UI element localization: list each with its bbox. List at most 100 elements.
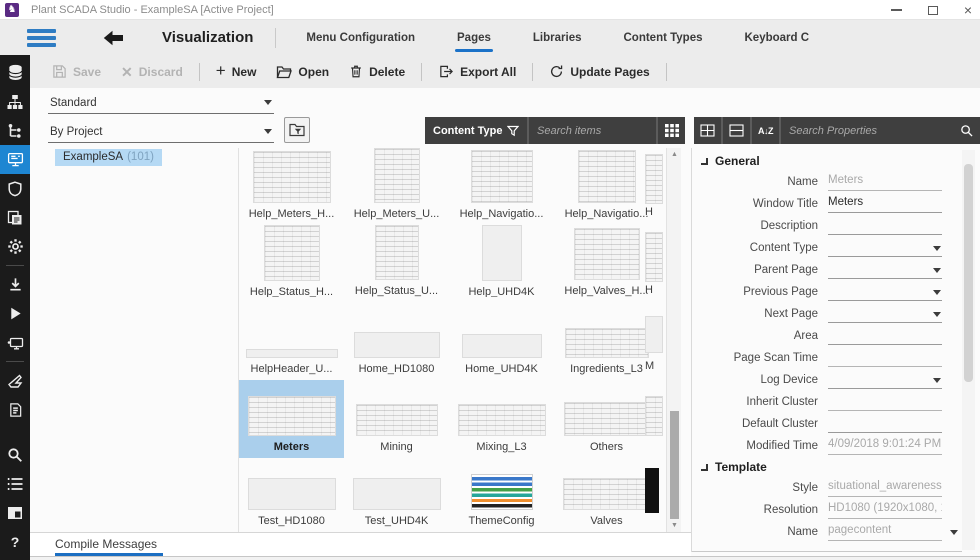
page-cell[interactable]: Test_HD1080 (239, 458, 344, 532)
search-properties-input[interactable] (781, 117, 980, 144)
group-by-dropdown[interactable]: By Project (48, 121, 274, 143)
discard-button[interactable]: ✕ Discard (121, 65, 183, 79)
main-menu-icon[interactable] (27, 29, 56, 47)
page-cell[interactable]: Help_Navigatio... (449, 148, 554, 225)
section-template[interactable]: Template (692, 457, 962, 477)
new-button[interactable]: + New (216, 64, 257, 79)
page-cell[interactable]: Home_HD1080 (344, 302, 449, 380)
page-thumbnail (565, 328, 649, 358)
page-cell[interactable]: HelpHeader_U... (239, 302, 344, 380)
page-cell[interactable]: Mixing_L3 (449, 380, 554, 458)
section-general[interactable]: General (692, 151, 962, 171)
description-field[interactable] (828, 218, 942, 235)
back-button[interactable] (103, 30, 124, 46)
property-label: Description (692, 220, 828, 232)
page-thumbnail (645, 396, 663, 436)
page-cell[interactable]: Mining (344, 380, 449, 458)
page-cell-selected[interactable]: Meters (239, 380, 344, 458)
tab-libraries[interactable]: Libraries (533, 32, 582, 44)
scroll-up-icon[interactable]: ▲ (667, 151, 682, 158)
sort-az-button[interactable]: A↓Z (752, 117, 779, 144)
modified-time-field: 4/09/2018 9:01:24 PM (828, 438, 942, 455)
tab-content-types[interactable]: Content Types (623, 32, 702, 44)
resolution-field[interactable]: HD1080 (1920x1080, 16:9) (828, 502, 942, 519)
content-type-dropdown[interactable] (828, 240, 942, 257)
sidebar-item-download[interactable] (0, 270, 30, 299)
page-thumbnail (253, 151, 331, 203)
sidebar-item-activity-list[interactable] (0, 469, 30, 498)
log-device-dropdown[interactable] (828, 372, 942, 389)
tree-item-examplesa[interactable]: ExampleSA(101) (55, 149, 162, 166)
sidebar-item-deploy[interactable] (0, 366, 30, 395)
back-arrow-icon (103, 30, 124, 46)
tree-filter-button[interactable] (284, 117, 310, 143)
sidebar-item-help[interactable]: ? (0, 527, 30, 556)
view-mode-dropdown[interactable]: Standard (48, 92, 274, 114)
sidebar-item-run[interactable] (0, 299, 30, 328)
page-cell[interactable]: Home_UHD4K (449, 302, 554, 380)
property-label: Previous Page (692, 286, 828, 298)
sidebar-item-topology[interactable] (0, 87, 30, 116)
property-value: 4/09/2018 9:01:24 PM (828, 438, 941, 450)
delete-button[interactable]: Delete (349, 64, 405, 79)
sidebar-item-database[interactable] (0, 58, 30, 87)
sidebar-item-runtime-computer[interactable] (0, 328, 30, 357)
page-cell[interactable]: Test_UHD4K (344, 458, 449, 532)
deploy-hand-icon (7, 373, 23, 389)
shield-icon (7, 181, 23, 197)
inherit-cluster-field[interactable] (828, 394, 942, 411)
expand-all-button[interactable] (694, 117, 721, 144)
search-items-input[interactable] (529, 117, 656, 144)
sidebar-item-settings[interactable] (0, 232, 30, 261)
export-all-button[interactable]: Export All (438, 64, 516, 79)
maximize-icon[interactable] (928, 6, 938, 15)
content-type-filter-button[interactable]: Content Type (425, 117, 527, 144)
sidebar-item-reports[interactable] (0, 395, 30, 424)
update-pages-button[interactable]: Update Pages (549, 64, 649, 79)
sidebar-item-window-panels[interactable] (0, 498, 30, 527)
sidebar-item-visualization[interactable] (0, 145, 30, 174)
grid-scrollbar[interactable]: ▲ ▼ (666, 148, 681, 532)
style-field[interactable]: situational_awareness (828, 480, 942, 497)
page-cell[interactable]: ThemeConfig (449, 458, 554, 532)
tab-menu-configuration[interactable]: Menu Configuration (306, 32, 415, 44)
previous-page-dropdown[interactable] (828, 284, 942, 301)
page-scan-time-field[interactable] (828, 350, 942, 367)
collapse-all-button[interactable] (723, 117, 750, 144)
page-cell[interactable]: Help_Status_U... (344, 225, 449, 302)
parent-page-dropdown[interactable] (828, 262, 942, 279)
open-button[interactable]: Open (276, 65, 329, 79)
page-cell[interactable]: Help_UHD4K (449, 225, 554, 302)
save-button[interactable]: Save (52, 64, 101, 79)
page-cell[interactable]: Help_Status_H... (239, 225, 344, 302)
page-name: Mixing_L3 (476, 441, 526, 453)
page-cell[interactable]: Help_Meters_H... (239, 148, 344, 225)
scrollbar-thumb[interactable] (964, 164, 973, 382)
sidebar-item-pages[interactable] (0, 203, 30, 232)
window-title-field[interactable]: Meters (828, 196, 942, 213)
page-cell[interactable]: Help_Meters_U... (344, 148, 449, 225)
scroll-down-icon[interactable]: ▼ (667, 522, 682, 529)
properties-toolbar: A↓Z (694, 117, 980, 144)
close-icon[interactable]: × (964, 3, 972, 17)
page-thumbnail (578, 150, 636, 203)
sidebar-item-system-tree[interactable] (0, 116, 30, 145)
page-name: Help_Navigatio... (460, 208, 544, 220)
page-name: Help_Meters_U... (354, 208, 440, 220)
default-cluster-field[interactable] (828, 416, 942, 433)
grid-view-button[interactable] (658, 117, 685, 144)
template-name-dropdown[interactable]: pagecontent (828, 524, 942, 541)
minimize-icon[interactable] (891, 9, 902, 11)
tab-compile-messages[interactable]: Compile Messages (55, 537, 157, 551)
properties-panel: General Name Meters Window Title Meters … (692, 148, 962, 552)
tab-keyboard[interactable]: Keyboard C (745, 32, 810, 44)
name-field[interactable]: Meters (828, 174, 942, 191)
properties-scrollbar[interactable] (962, 150, 975, 550)
area-field[interactable] (828, 328, 942, 345)
next-page-dropdown[interactable] (828, 306, 942, 323)
tab-pages[interactable]: Pages (457, 32, 491, 44)
page-name: Home_HD1080 (359, 363, 435, 375)
sidebar-item-search[interactable] (0, 440, 30, 469)
scrollbar-thumb[interactable] (670, 411, 679, 519)
sidebar-item-security[interactable] (0, 174, 30, 203)
